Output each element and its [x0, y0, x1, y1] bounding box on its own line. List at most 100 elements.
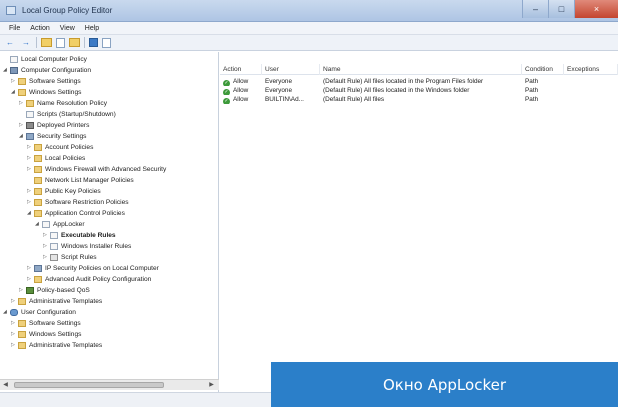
tree-twisty[interactable]: ▷ [11, 342, 18, 348]
tree-twisty[interactable]: ◢ [11, 89, 18, 95]
tree-item[interactable]: ▷ Script Rules [43, 252, 97, 262]
tree-item[interactable]: ▷ Name Resolution Policy [19, 98, 107, 108]
tree-twisty[interactable]: ◢ [35, 221, 42, 227]
tree-item[interactable]: ▷ Windows Installer Rules [43, 241, 131, 251]
toolbar-separator [36, 37, 37, 48]
tree-item[interactable]: Local Computer Policy [3, 54, 87, 64]
up-folder-icon[interactable] [41, 38, 52, 47]
scroll-right-icon[interactable]: ▶ [206, 380, 217, 390]
tree-item-label: Public Key Policies [45, 187, 101, 195]
tree-item[interactable]: ▷ Policy-based QoS [19, 285, 90, 295]
tree-item[interactable]: ▷ Administrative Templates [11, 296, 102, 306]
scroll-thumb[interactable] [14, 382, 164, 388]
tree-twisty[interactable]: ◢ [3, 309, 10, 315]
tree-item[interactable]: ▷ IP Security Policies on Local Computer [27, 263, 159, 273]
tree-item-label: Security Settings [37, 132, 87, 140]
tree-twisty[interactable]: ▷ [27, 166, 34, 172]
qos-icon [26, 286, 34, 294]
tree-item[interactable]: ◢ Windows Settings [11, 87, 81, 97]
close-button[interactable]: × [574, 0, 618, 18]
menu-help[interactable]: Help [80, 22, 104, 34]
minimize-button[interactable]: – [522, 0, 548, 18]
tree-twisty[interactable]: ▷ [19, 100, 26, 106]
tree-item[interactable]: ▷ Public Key Policies [27, 186, 101, 196]
tree-twisty[interactable]: ▷ [27, 144, 34, 150]
tree-item-label: Administrative Templates [29, 341, 103, 349]
tree-twisty[interactable]: ▷ [43, 243, 50, 249]
horizontal-scrollbar[interactable]: ◀ ▶ [0, 379, 219, 390]
menu-file[interactable]: File [4, 22, 25, 34]
tree-twisty[interactable]: ▷ [19, 287, 26, 293]
tree-twisty[interactable]: ▷ [27, 188, 34, 194]
column-header-user[interactable]: User [262, 64, 320, 75]
forward-arrow-icon[interactable]: → [20, 37, 32, 48]
user-icon [10, 308, 18, 316]
script-icon [50, 253, 58, 261]
table-row[interactable]: ✓ Allow Everyone (Default Rule) All files… [220, 77, 618, 86]
tree-twisty[interactable]: ▷ [43, 254, 50, 260]
show-hide-tree-icon[interactable] [56, 37, 65, 48]
menu-view[interactable]: View [55, 22, 80, 34]
tree-item[interactable]: Network List Manager Policies [27, 175, 134, 185]
tree-item[interactable]: ▷ Software Restriction Policies [27, 197, 129, 207]
folder-icon [34, 275, 42, 283]
toolbar: ← → [0, 35, 618, 51]
tree-twisty[interactable]: ◢ [3, 67, 10, 73]
tree-item-label: Windows Firewall with Advanced Security [45, 165, 167, 173]
tree-twisty[interactable]: ▷ [19, 122, 26, 128]
scroll-left-icon[interactable]: ◀ [0, 380, 11, 390]
tree-item[interactable]: ◢ Computer Configuration [3, 65, 91, 75]
tree-item[interactable]: ▷ Deployed Printers [19, 120, 89, 130]
help-icon[interactable] [89, 38, 98, 47]
tree-twisty[interactable]: ▷ [27, 155, 34, 161]
column-header-name[interactable]: Name [320, 64, 522, 75]
tree-item-applocker[interactable]: ◢ AppLocker [35, 219, 85, 229]
table-row[interactable]: ✓ Allow BUILTIN\Ad... (Default Rule) All … [220, 95, 618, 104]
tree-item-label: Network List Manager Policies [45, 176, 134, 184]
tree-item[interactable]: ▷ Software Settings [11, 318, 81, 328]
folder-icon [34, 154, 42, 162]
column-header-exceptions[interactable]: Exceptions [564, 64, 618, 75]
export-list-icon[interactable] [69, 38, 80, 47]
column-header-action[interactable]: Action [220, 64, 262, 75]
tree-twisty[interactable]: ▷ [43, 232, 50, 238]
tree-twisty[interactable]: ▷ [27, 199, 34, 205]
tree-item[interactable]: ▷ Account Policies [27, 142, 93, 152]
tree-item[interactable]: Scripts (Startup/Shutdown) [19, 109, 116, 119]
printer-icon [26, 121, 34, 129]
table-row[interactable]: ✓ Allow Everyone (Default Rule) All files… [220, 86, 618, 95]
menu-action[interactable]: Action [25, 22, 54, 34]
tree-twisty[interactable]: ▷ [11, 78, 18, 84]
tree-twisty[interactable]: ◢ [19, 133, 26, 139]
maximize-button[interactable]: □ [548, 0, 574, 18]
action-cell: ✓ Allow [220, 86, 262, 95]
tree-item-label: Software Settings [29, 319, 81, 327]
properties-icon[interactable] [102, 37, 111, 48]
tree-item-label: Computer Configuration [21, 66, 92, 74]
tree-item[interactable]: ◢ User Configuration [3, 307, 76, 317]
tree-item[interactable]: ▷ Windows Firewall with Advanced Security [27, 164, 166, 174]
window-controls: – □ × [522, 0, 618, 18]
tree-item[interactable]: ▷ Windows Settings [11, 329, 81, 339]
ip-security-icon [34, 264, 42, 272]
tree-twisty[interactable]: ◢ [27, 210, 34, 216]
exceptions-cell [564, 77, 618, 86]
tree-item[interactable]: ▷ Advanced Audit Policy Configuration [27, 274, 151, 284]
tree-item[interactable]: ◢ Security Settings [19, 131, 86, 141]
tree-item-executable-rules[interactable]: ▷ Executable Rules [43, 230, 116, 240]
tree-item[interactable]: ◢ Application Control Policies [27, 208, 125, 218]
back-arrow-icon[interactable]: ← [4, 37, 16, 48]
tree-twisty[interactable]: ▷ [11, 320, 18, 326]
tree-item[interactable]: ▷ Administrative Templates [11, 340, 102, 350]
tree-item[interactable]: ▷ Software Settings [11, 76, 81, 86]
tree-item[interactable]: ▷ Local Policies [27, 153, 85, 163]
condition-cell: Path [525, 87, 539, 94]
column-header-condition[interactable]: Condition [522, 64, 564, 75]
tree-twisty[interactable]: ▷ [11, 298, 18, 304]
tree-item-label: Software Settings [29, 77, 81, 85]
tree-item-label: Local Policies [45, 154, 86, 162]
tree-twisty[interactable]: ▷ [27, 276, 34, 282]
tree-twisty[interactable]: ▷ [11, 331, 18, 337]
tree-item-label: Name Resolution Policy [37, 99, 107, 107]
tree-twisty[interactable]: ▷ [27, 265, 34, 271]
